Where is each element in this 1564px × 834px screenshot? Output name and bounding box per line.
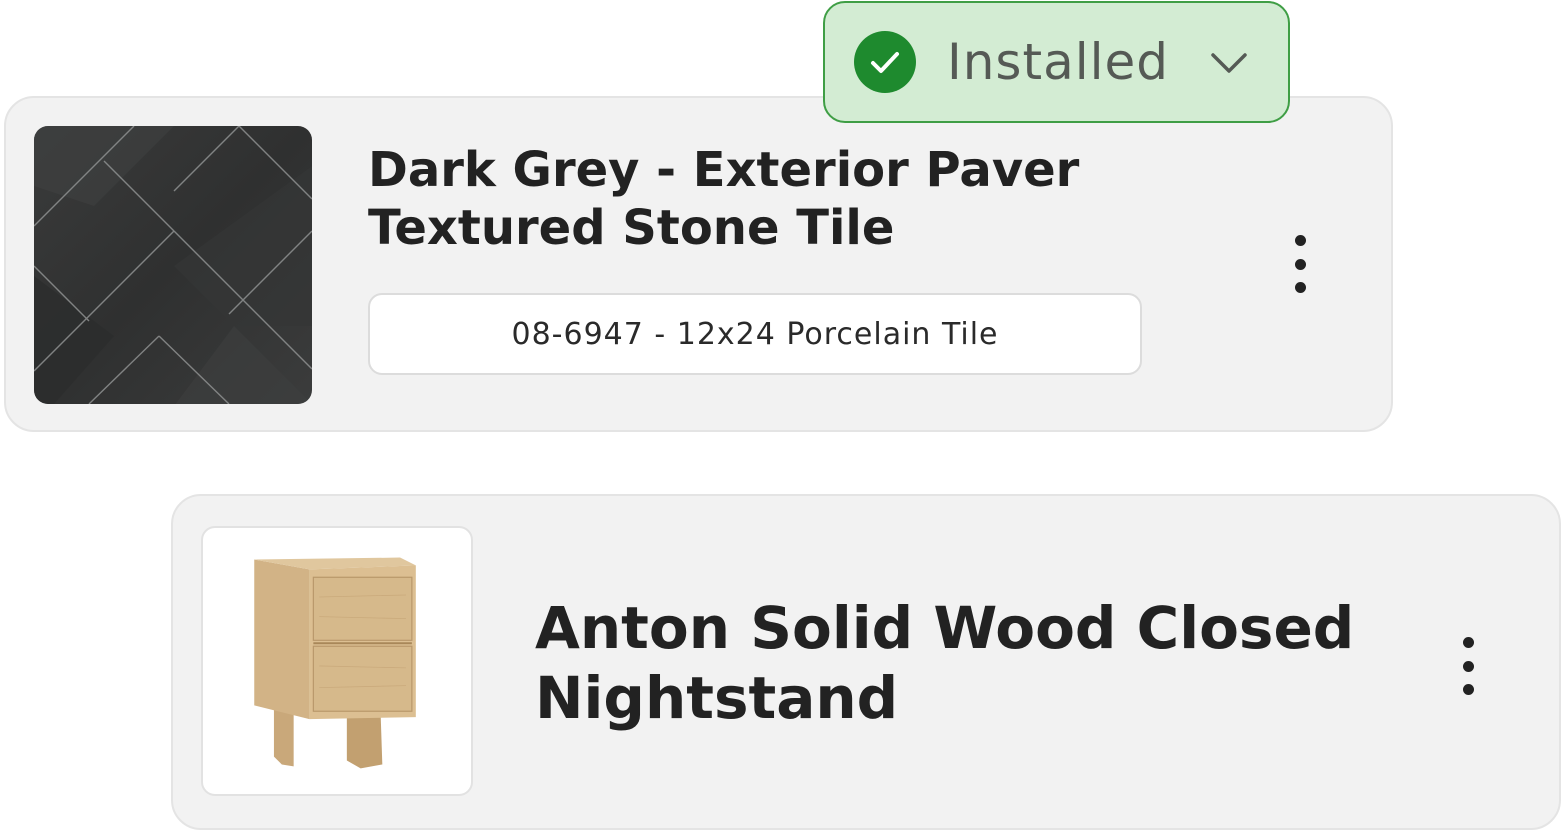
status-dropdown[interactable]: Installed bbox=[823, 1, 1290, 123]
check-circle-icon bbox=[854, 31, 916, 93]
sku-label: 08-6947 - 12x24 Porcelain Tile bbox=[368, 293, 1142, 375]
product-title-line-1: Anton Solid Wood Closed bbox=[535, 594, 1355, 662]
product-card-nightstand[interactable]: Anton Solid Wood Closed Nightstand bbox=[171, 494, 1561, 830]
chevron-down-icon bbox=[1207, 45, 1251, 81]
more-vertical-icon[interactable] bbox=[1453, 637, 1483, 695]
product-title-line-2: Nightstand bbox=[535, 663, 899, 732]
product-title: Dark Grey - Exterior Paver Textured Ston… bbox=[368, 142, 1148, 257]
more-vertical-icon[interactable] bbox=[1285, 235, 1315, 293]
status-label: Installed bbox=[947, 33, 1170, 91]
product-title-line-1: Dark Grey - Exterior Paver bbox=[368, 142, 1080, 198]
product-card-tile[interactable]: Dark Grey - Exterior Paver Textured Ston… bbox=[4, 96, 1393, 432]
product-title: Anton Solid Wood Closed Nightstand bbox=[535, 594, 1395, 733]
product-title-line-2: Textured Stone Tile bbox=[368, 199, 895, 256]
nightstand-product-image bbox=[201, 526, 473, 796]
tile-product-image bbox=[34, 126, 312, 404]
